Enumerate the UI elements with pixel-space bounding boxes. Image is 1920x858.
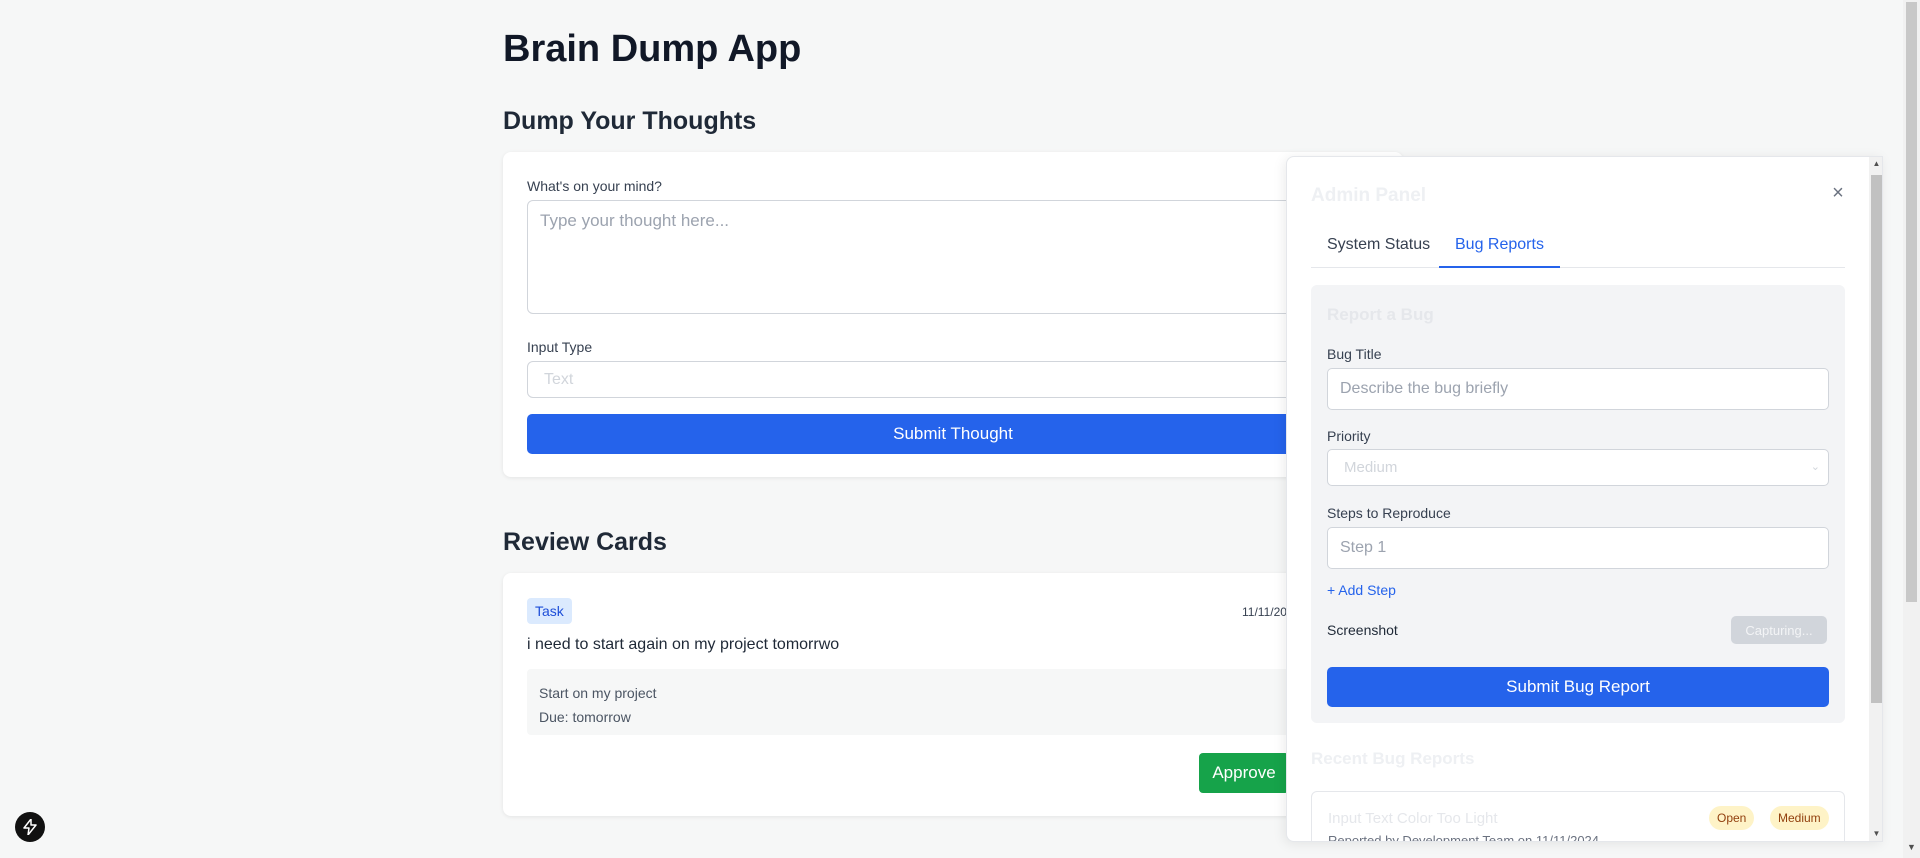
steps-label: Steps to Reproduce — [1327, 505, 1451, 521]
priority-value: Medium — [1344, 459, 1398, 476]
admin-panel-title: Admin Panel — [1311, 185, 1427, 206]
card-date: 11/11/20 — [1242, 605, 1287, 619]
admin-tabs: System Status Bug Reports — [1311, 222, 1845, 268]
scroll-down-icon[interactable]: ▼ — [1869, 827, 1882, 841]
bug-report-meta: Reported by Development Team on 11/11/20… — [1328, 833, 1600, 842]
thought-textarea[interactable] — [527, 200, 1379, 314]
close-icon[interactable]: × — [1827, 182, 1849, 204]
recent-bug-reports-title: Recent Bug Reports — [1311, 749, 1475, 768]
card-text: i need to start again on my project tomo… — [527, 636, 840, 653]
review-card: Task 11/11/20 i need to start again on m… — [503, 573, 1403, 816]
approve-button[interactable]: Approve — [1199, 753, 1289, 793]
input-type-label: Input Type — [527, 339, 593, 355]
bug-report-title: Input Text Color Too Light — [1328, 810, 1498, 827]
input-type-field[interactable] — [527, 361, 1379, 398]
priority-badge: Medium — [1770, 806, 1829, 830]
chevron-down-icon: ⌄ — [1810, 461, 1820, 473]
page-scroll-thumb[interactable] — [1906, 2, 1917, 602]
submit-bug-report-button[interactable]: Submit Bug Report — [1327, 667, 1829, 707]
step-1-input[interactable] — [1327, 527, 1829, 569]
detail-due: Due: tomorrow — [539, 709, 631, 725]
report-bug-title: Report a Bug — [1327, 305, 1434, 324]
tab-system-status[interactable]: System Status — [1311, 222, 1446, 268]
priority-select[interactable]: Medium ⌄ — [1327, 449, 1829, 486]
review-section-title: Review Cards — [503, 528, 667, 556]
admin-panel: Admin Panel × System Status Bug Reports … — [1286, 156, 1883, 842]
dump-section-title: Dump Your Thoughts — [503, 107, 757, 135]
dump-form-card: What's on your mind? Input Type Submit T… — [503, 152, 1403, 477]
bug-title-label: Bug Title — [1327, 346, 1382, 362]
bug-title-input[interactable] — [1327, 368, 1829, 410]
capture-screenshot-button[interactable]: Capturing... — [1731, 616, 1827, 644]
status-badge: Open — [1709, 806, 1755, 830]
report-bug-form: Report a Bug Bug Title Priority Medium ⌄… — [1311, 285, 1845, 723]
bug-report-item[interactable]: Input Text Color Too Light Open Medium R… — [1311, 791, 1845, 842]
panel-scrollbar[interactable]: ▲ ▼ — [1869, 157, 1882, 841]
app-title: Brain Dump App — [503, 28, 802, 70]
page-scroll-down-icon[interactable]: ▼ — [1903, 842, 1920, 856]
task-tag-badge: Task — [527, 598, 572, 624]
thought-label: What's on your mind? — [527, 178, 662, 194]
detail-title: Start on my project — [539, 685, 657, 701]
screenshot-label: Screenshot — [1327, 622, 1398, 638]
lightning-icon[interactable] — [15, 812, 45, 842]
add-step-link[interactable]: + Add Step — [1327, 582, 1396, 598]
tab-bug-reports[interactable]: Bug Reports — [1439, 222, 1560, 268]
page-scrollbar[interactable]: ▼ — [1903, 0, 1920, 858]
lightning-glyph — [23, 818, 37, 836]
admin-panel-body: Admin Panel × System Status Bug Reports … — [1287, 157, 1869, 841]
panel-scroll-thumb[interactable] — [1871, 175, 1882, 703]
scroll-up-icon[interactable]: ▲ — [1869, 157, 1882, 171]
priority-label: Priority — [1327, 428, 1371, 444]
card-details: Start on my project Due: tomorrow — [527, 669, 1379, 735]
submit-thought-button[interactable]: Submit Thought — [527, 414, 1379, 454]
